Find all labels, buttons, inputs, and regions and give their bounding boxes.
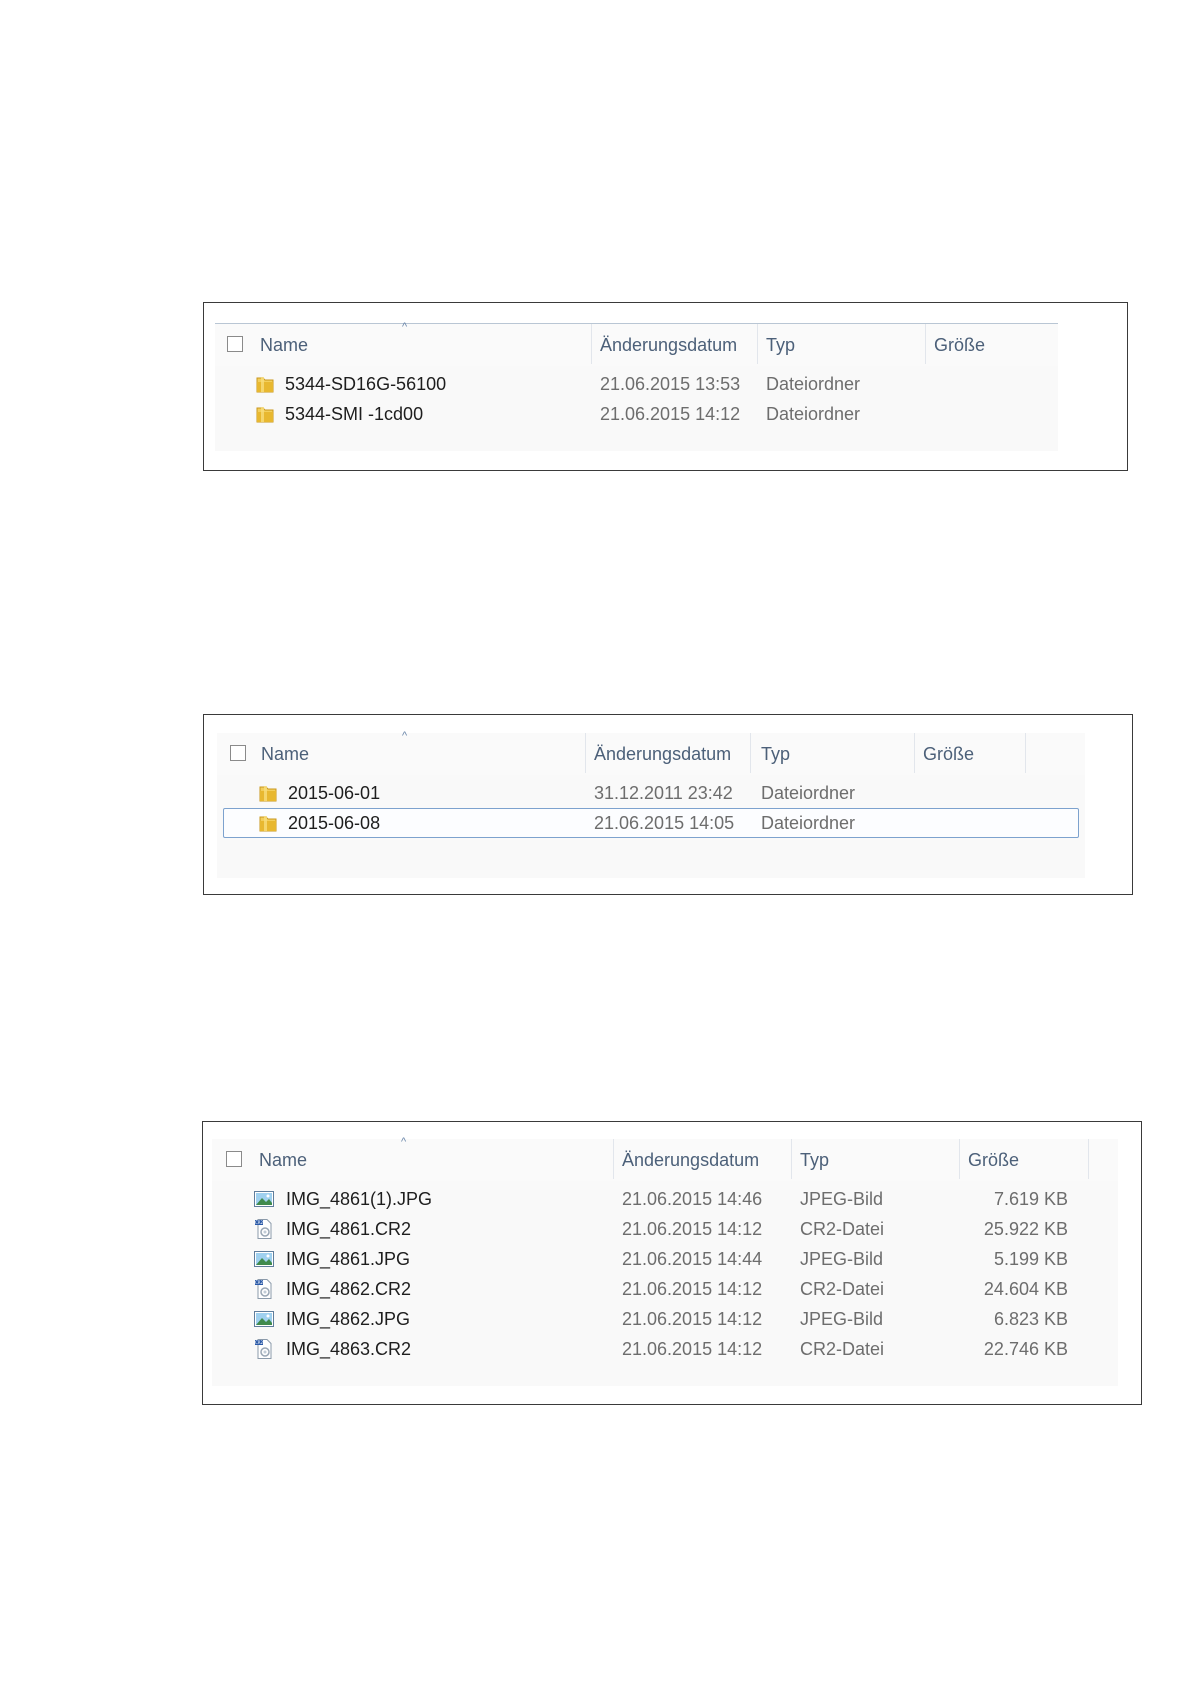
file-size: 24.604 KB [983, 1279, 1068, 1299]
column-divider[interactable] [914, 733, 915, 773]
file-row[interactable]: 5344-SD16G-56100 21.06.2015 13:53 Dateiord… [215, 369, 1058, 399]
column-header-row: Name ^ Änderungsdatum Typ Größe [215, 321, 1058, 366]
file-type: Dateiordner [761, 813, 856, 833]
column-divider[interactable] [1088, 1139, 1089, 1179]
file-row[interactable]: 5344-SMI -1cd00 21.06.2015 14:12 Dateiordn… [215, 399, 1058, 429]
folder-icon [255, 404, 275, 424]
column-header-type[interactable]: Typ [761, 744, 790, 765]
file-size: 6.823 KB [993, 1309, 1068, 1329]
modified-date: 21.06.2015 14:05 [594, 813, 735, 833]
jpeg-image-icon [253, 1308, 275, 1330]
file-name: 2015-06-08 [288, 813, 381, 833]
file-name: IMG_4863.CR2 [286, 1339, 412, 1359]
modified-date: 21.06.2015 14:12 [622, 1309, 763, 1329]
column-header-name[interactable]: Name [261, 744, 309, 765]
svg-text:CR2: CR2 [255, 1220, 264, 1225]
column-divider[interactable] [757, 324, 758, 364]
column-header-size[interactable]: Größe [968, 1150, 1019, 1171]
modified-date: 21.06.2015 14:12 [600, 404, 741, 424]
column-header-date[interactable]: Änderungsdatum [622, 1150, 759, 1171]
column-header-date[interactable]: Änderungsdatum [594, 744, 731, 765]
select-all-checkbox[interactable] [230, 745, 246, 761]
explorer-panel-sd-card: Name ^ Änderungsdatum Typ Größe 5344-SD1… [203, 302, 1128, 471]
file-row[interactable]: CR2 IMG_4862.CR2 21.06.2015 14:12 CR2-Datei… [212, 1274, 1118, 1304]
column-header-row: Name ^ Änderungsdatum Typ Größe [217, 730, 1085, 775]
file-size: 7.619 KB [993, 1189, 1068, 1209]
column-divider[interactable] [791, 1139, 792, 1179]
column-header-size[interactable]: Größe [934, 335, 985, 356]
file-list-view: Name ^ Änderungsdatum Typ Größe 5344-SD1… [215, 321, 1058, 451]
file-name: IMG_4862.CR2 [286, 1279, 412, 1299]
column-divider[interactable] [591, 324, 592, 364]
file-name: IMG_4861.JPG [286, 1249, 411, 1269]
file-size: 22.746 KB [983, 1339, 1068, 1359]
svg-text:CR2: CR2 [255, 1340, 264, 1345]
file-row[interactable]: IMG_4861(1).JPG 21.06.2015 14:46 JPEG-Bild… [212, 1184, 1118, 1214]
select-all-checkbox[interactable] [227, 336, 243, 352]
modified-date: 21.06.2015 13:53 [600, 374, 741, 394]
sort-ascending-icon: ^ [401, 1136, 407, 1148]
file-row[interactable]: CR2 IMG_4861.CR2 21.06.2015 14:12 CR2-Datei… [212, 1214, 1118, 1244]
modified-date: 21.06.2015 14:12 [622, 1219, 763, 1239]
modified-date: 31.12.2011 23:42 [594, 783, 733, 803]
column-header-size[interactable]: Größe [923, 744, 974, 765]
file-type: CR2-Datei [800, 1279, 885, 1299]
folder-icon [258, 813, 278, 833]
file-type: JPEG-Bild [800, 1309, 884, 1329]
cr2-file-icon: CR2 [253, 1278, 275, 1300]
column-divider[interactable] [613, 1139, 614, 1179]
sort-ascending-icon: ^ [402, 730, 408, 742]
cr2-file-icon: CR2 [253, 1338, 275, 1360]
file-row[interactable]: CR2 IMG_4863.CR2 21.06.2015 14:12 CR2-Datei… [212, 1334, 1118, 1364]
file-list-view: Name ^ Änderungsdatum Typ Größe 2015-06-… [217, 730, 1085, 878]
column-header-row: Name ^ Änderungsdatum Typ Größe [212, 1136, 1118, 1181]
file-size: 5.199 KB [993, 1249, 1068, 1269]
file-type: JPEG-Bild [800, 1189, 884, 1209]
file-size: 25.922 KB [983, 1219, 1068, 1239]
file-name: 5344-SD16G-56100 [285, 374, 447, 394]
column-divider[interactable] [959, 1139, 960, 1179]
file-name: IMG_4861.CR2 [286, 1219, 412, 1239]
modified-date: 21.06.2015 14:12 [622, 1279, 763, 1299]
file-row[interactable]: 2015-06-01 31.12.2011 23:42 Dateiordner [217, 778, 1085, 808]
column-header-date[interactable]: Änderungsdatum [600, 335, 737, 356]
column-header-type[interactable]: Typ [766, 335, 795, 356]
file-name: IMG_4862.JPG [286, 1309, 411, 1329]
explorer-panel-image-files: Name ^ Änderungsdatum Typ Größe IMG_4861… [202, 1121, 1142, 1405]
file-name: IMG_4861(1).JPG [286, 1189, 433, 1209]
select-all-checkbox[interactable] [226, 1151, 242, 1167]
modified-date: 21.06.2015 14:46 [622, 1189, 763, 1209]
file-type: CR2-Datei [800, 1339, 885, 1359]
column-header-name[interactable]: Name [259, 1150, 307, 1171]
file-type: CR2-Datei [800, 1219, 885, 1239]
file-row[interactable]: 2015-06-08 21.06.2015 14:05 Dateiordner [217, 808, 1085, 838]
folder-icon [258, 783, 278, 803]
file-row[interactable]: IMG_4862.JPG 21.06.2015 14:12 JPEG-Bild 6.8… [212, 1304, 1118, 1334]
column-header-name[interactable]: Name [260, 335, 308, 356]
jpeg-image-icon [253, 1248, 275, 1270]
modified-date: 21.06.2015 14:44 [622, 1249, 763, 1269]
file-type: Dateiordner [766, 374, 861, 394]
explorer-panel-date-folders: Name ^ Änderungsdatum Typ Größe 2015-06-… [203, 714, 1133, 895]
svg-text:CR2: CR2 [255, 1280, 264, 1285]
folder-icon [255, 374, 275, 394]
column-divider[interactable] [1025, 733, 1026, 773]
file-row[interactable]: IMG_4861.JPG 21.06.2015 14:44 JPEG-Bild 5.1… [212, 1244, 1118, 1274]
column-header-type[interactable]: Typ [800, 1150, 829, 1171]
column-divider[interactable] [585, 733, 586, 773]
file-type: JPEG-Bild [800, 1249, 884, 1269]
cr2-file-icon: CR2 [253, 1218, 275, 1240]
file-name: 5344-SMI -1cd00 [285, 404, 424, 424]
column-divider[interactable] [925, 324, 926, 364]
sort-ascending-icon: ^ [402, 321, 408, 333]
modified-date: 21.06.2015 14:12 [622, 1339, 763, 1359]
column-divider[interactable] [750, 733, 751, 773]
jpeg-image-icon [253, 1188, 275, 1210]
file-name: 2015-06-01 [288, 783, 381, 803]
file-type: Dateiordner [761, 783, 856, 803]
file-list-view: Name ^ Änderungsdatum Typ Größe IMG_4861… [212, 1136, 1118, 1386]
file-type: Dateiordner [766, 404, 861, 424]
